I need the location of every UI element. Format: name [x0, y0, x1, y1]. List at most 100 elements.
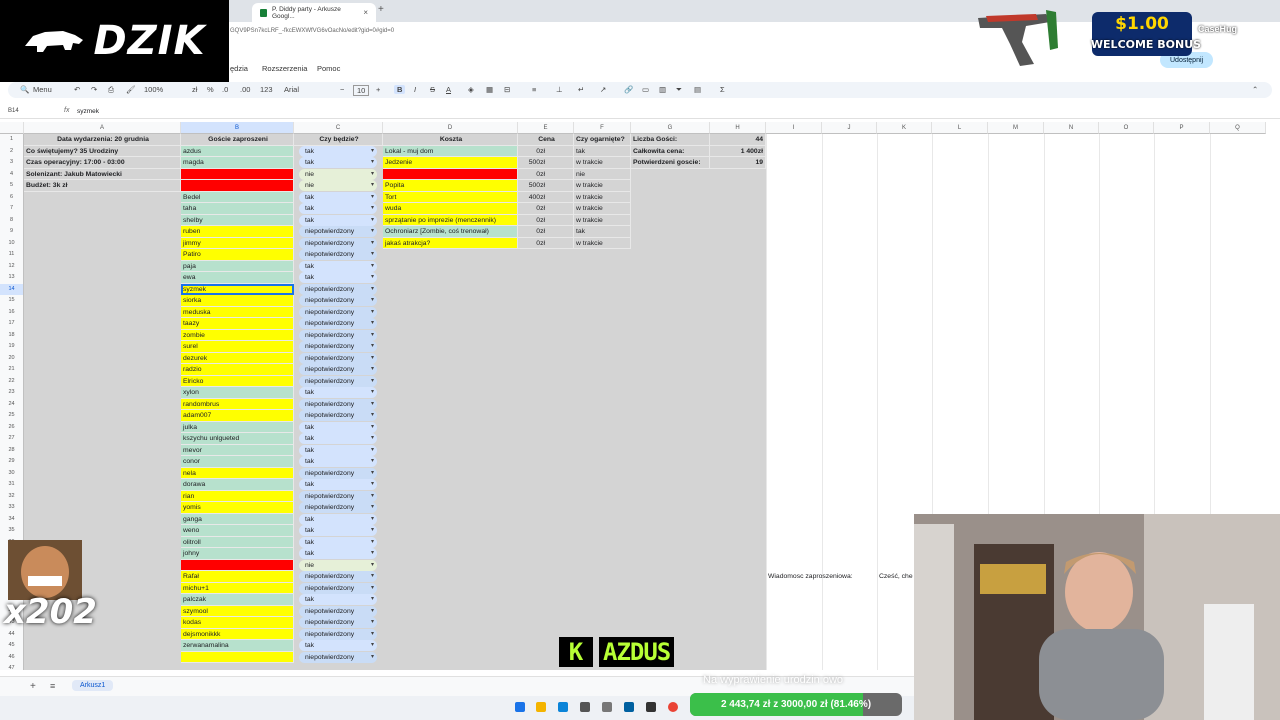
attendance-dropdown[interactable]: niepotwierdzony [299, 237, 377, 249]
name-box[interactable]: B14 [8, 108, 19, 114]
attendance-dropdown[interactable]: niepotwierdzony [299, 582, 377, 594]
cost-item-cell[interactable]: Popita [383, 180, 518, 192]
select-all-corner[interactable] [0, 122, 24, 134]
format-button[interactable]: 123 [260, 85, 273, 94]
attendance-dropdown[interactable]: tak [299, 421, 377, 433]
attendance-dropdown[interactable]: tak [299, 456, 377, 468]
menu-search-label[interactable]: Menu [33, 85, 52, 94]
attendance-dropdown[interactable]: niepotwierdzony [299, 352, 377, 364]
cost-status-cell[interactable]: w trakcie [574, 180, 631, 192]
guest-name-cell[interactable]: yomis [181, 502, 294, 514]
row-header[interactable]: 22 [0, 375, 24, 387]
column-header-q[interactable]: Q [1210, 122, 1266, 134]
guest-name-cell[interactable]: adam007 [181, 410, 294, 422]
summary-label-cell[interactable]: Całkowita cena: [631, 145, 710, 157]
merge-cells-icon[interactable]: ⊟ [504, 85, 510, 94]
guest-name-cell[interactable]: ganga [181, 513, 294, 525]
row-header[interactable]: 45 [0, 640, 24, 652]
column-header-d[interactable]: D [383, 122, 518, 134]
font-select[interactable]: Arial [284, 85, 299, 94]
row-header[interactable]: 15 [0, 295, 24, 307]
app-icon-3[interactable] [624, 702, 634, 712]
guest-name-cell[interactable]: weno [181, 525, 294, 537]
guest-name-cell[interactable]: taha [181, 203, 294, 215]
guest-name-cell[interactable]: ewa [181, 272, 294, 284]
search-menu-icon[interactable]: 🔍 [20, 85, 29, 94]
attendance-dropdown[interactable]: tak [299, 433, 377, 445]
filter-icon[interactable]: ⏷ [676, 85, 682, 95]
guest-name-cell[interactable]: Patiro [181, 249, 294, 261]
row-header[interactable]: 6 [0, 191, 24, 203]
column-header-a[interactable]: A [24, 122, 181, 134]
guest-name-cell[interactable]: meduska [181, 306, 294, 318]
guests-header[interactable]: Goście zaproszeni [181, 134, 294, 146]
column-header-n[interactable]: N [1044, 122, 1099, 134]
guest-name-cell[interactable]: palczak [181, 594, 294, 606]
attendance-dropdown[interactable]: niepotwierdzony [299, 398, 377, 410]
guest-name-cell[interactable]: Elricko [181, 375, 294, 387]
collapse-toolbar-icon[interactable]: ⌃ [1252, 85, 1258, 94]
column-header-h[interactable]: H [710, 122, 766, 134]
cost-price-cell[interactable]: 500zł [518, 180, 574, 192]
cost-status-cell[interactable]: tak [574, 145, 631, 157]
attendance-dropdown[interactable]: niepotwierdzony [299, 249, 377, 261]
attendance-dropdown[interactable]: niepotwierdzony [299, 467, 377, 479]
redo-icon[interactable]: ↷ [91, 85, 97, 94]
row-header[interactable]: 2 [0, 145, 24, 157]
guest-name-cell[interactable]: mevor [181, 444, 294, 456]
summary-label-cell[interactable]: Potwierdzeni goscie: [631, 157, 710, 169]
text-color-button[interactable]: A [446, 85, 451, 94]
guest-name-cell[interactable]: Bedel [181, 191, 294, 203]
cost-status-cell[interactable]: tak [574, 226, 631, 238]
paint-format-icon[interactable]: 🖌 [126, 85, 136, 94]
row-header[interactable]: 31 [0, 479, 24, 491]
attendance-header[interactable]: Czy będzie? [294, 134, 383, 146]
browser-tab[interactable]: P. Diddy party - Arkusze Googl... × [252, 3, 376, 22]
cost-status-cell[interactable]: w trakcie [574, 157, 631, 169]
rotate-icon[interactable]: ↗ [600, 85, 606, 94]
guest-name-cell[interactable]: kodas [181, 617, 294, 629]
attendance-dropdown[interactable]: niepotwierdzony [299, 226, 377, 238]
cost-status-cell[interactable]: nie [574, 168, 631, 180]
guest-name-cell[interactable]: johny [181, 548, 294, 560]
guest-name-cell[interactable]: dejsmonikkk [181, 628, 294, 640]
attendance-dropdown[interactable]: niepotwierdzony [299, 651, 377, 663]
attendance-dropdown[interactable]: nie [299, 559, 377, 571]
row-header[interactable]: 1 [0, 134, 24, 146]
row-header[interactable]: 29 [0, 456, 24, 468]
attendance-dropdown[interactable]: niepotwierdzony [299, 295, 377, 307]
fill-color-icon[interactable]: ◈ [468, 85, 474, 94]
attendance-dropdown[interactable]: niepotwierdzony [299, 329, 377, 341]
cost-item-cell[interactable]: sprzątanie po imprezie (menczennik) [383, 214, 518, 226]
cost-price-cell[interactable]: 0zł [518, 145, 574, 157]
row-header[interactable]: 14 [0, 283, 24, 295]
cost-item-cell[interactable]: wuda [383, 203, 518, 215]
vertical-align-icon[interactable]: ⊥ [556, 85, 563, 94]
guest-name-cell[interactable]: taazy [181, 318, 294, 330]
row-header[interactable]: 7 [0, 203, 24, 215]
row-header[interactable]: 11 [0, 249, 24, 261]
menu-help[interactable]: Pomoc [317, 64, 340, 73]
cost-status-cell[interactable]: w trakcie [574, 237, 631, 249]
attendance-dropdown[interactable]: tak [299, 203, 377, 215]
formula-input[interactable]: syzmek [77, 108, 99, 115]
italic-button[interactable]: I [414, 85, 416, 94]
guest-name-cell[interactable]: radzio [181, 364, 294, 376]
undo-icon[interactable]: ↶ [74, 85, 80, 94]
attendance-dropdown[interactable]: tak [299, 145, 377, 157]
guest-name-cell[interactable]: zerwanamalina [181, 640, 294, 652]
cost-price-cell[interactable]: 400zł [518, 191, 574, 203]
row-header[interactable]: 46 [0, 651, 24, 663]
cost-item-cell[interactable]: jakaś atrakcja? [383, 237, 518, 249]
print-icon[interactable]: ⎙ [108, 85, 114, 95]
row-header[interactable]: 3 [0, 157, 24, 169]
guest-name-cell[interactable]: Rafał [181, 571, 294, 583]
column-header-m[interactable]: M [988, 122, 1044, 134]
attendance-dropdown[interactable]: tak [299, 525, 377, 537]
attendance-dropdown[interactable]: niepotwierdzony [299, 306, 377, 318]
row-header[interactable]: 25 [0, 410, 24, 422]
edge-icon[interactable] [558, 702, 568, 712]
column-header-c[interactable]: C [294, 122, 383, 134]
percent-button[interactable]: % [207, 85, 214, 94]
guest-name-cell[interactable]: magda [181, 157, 294, 169]
